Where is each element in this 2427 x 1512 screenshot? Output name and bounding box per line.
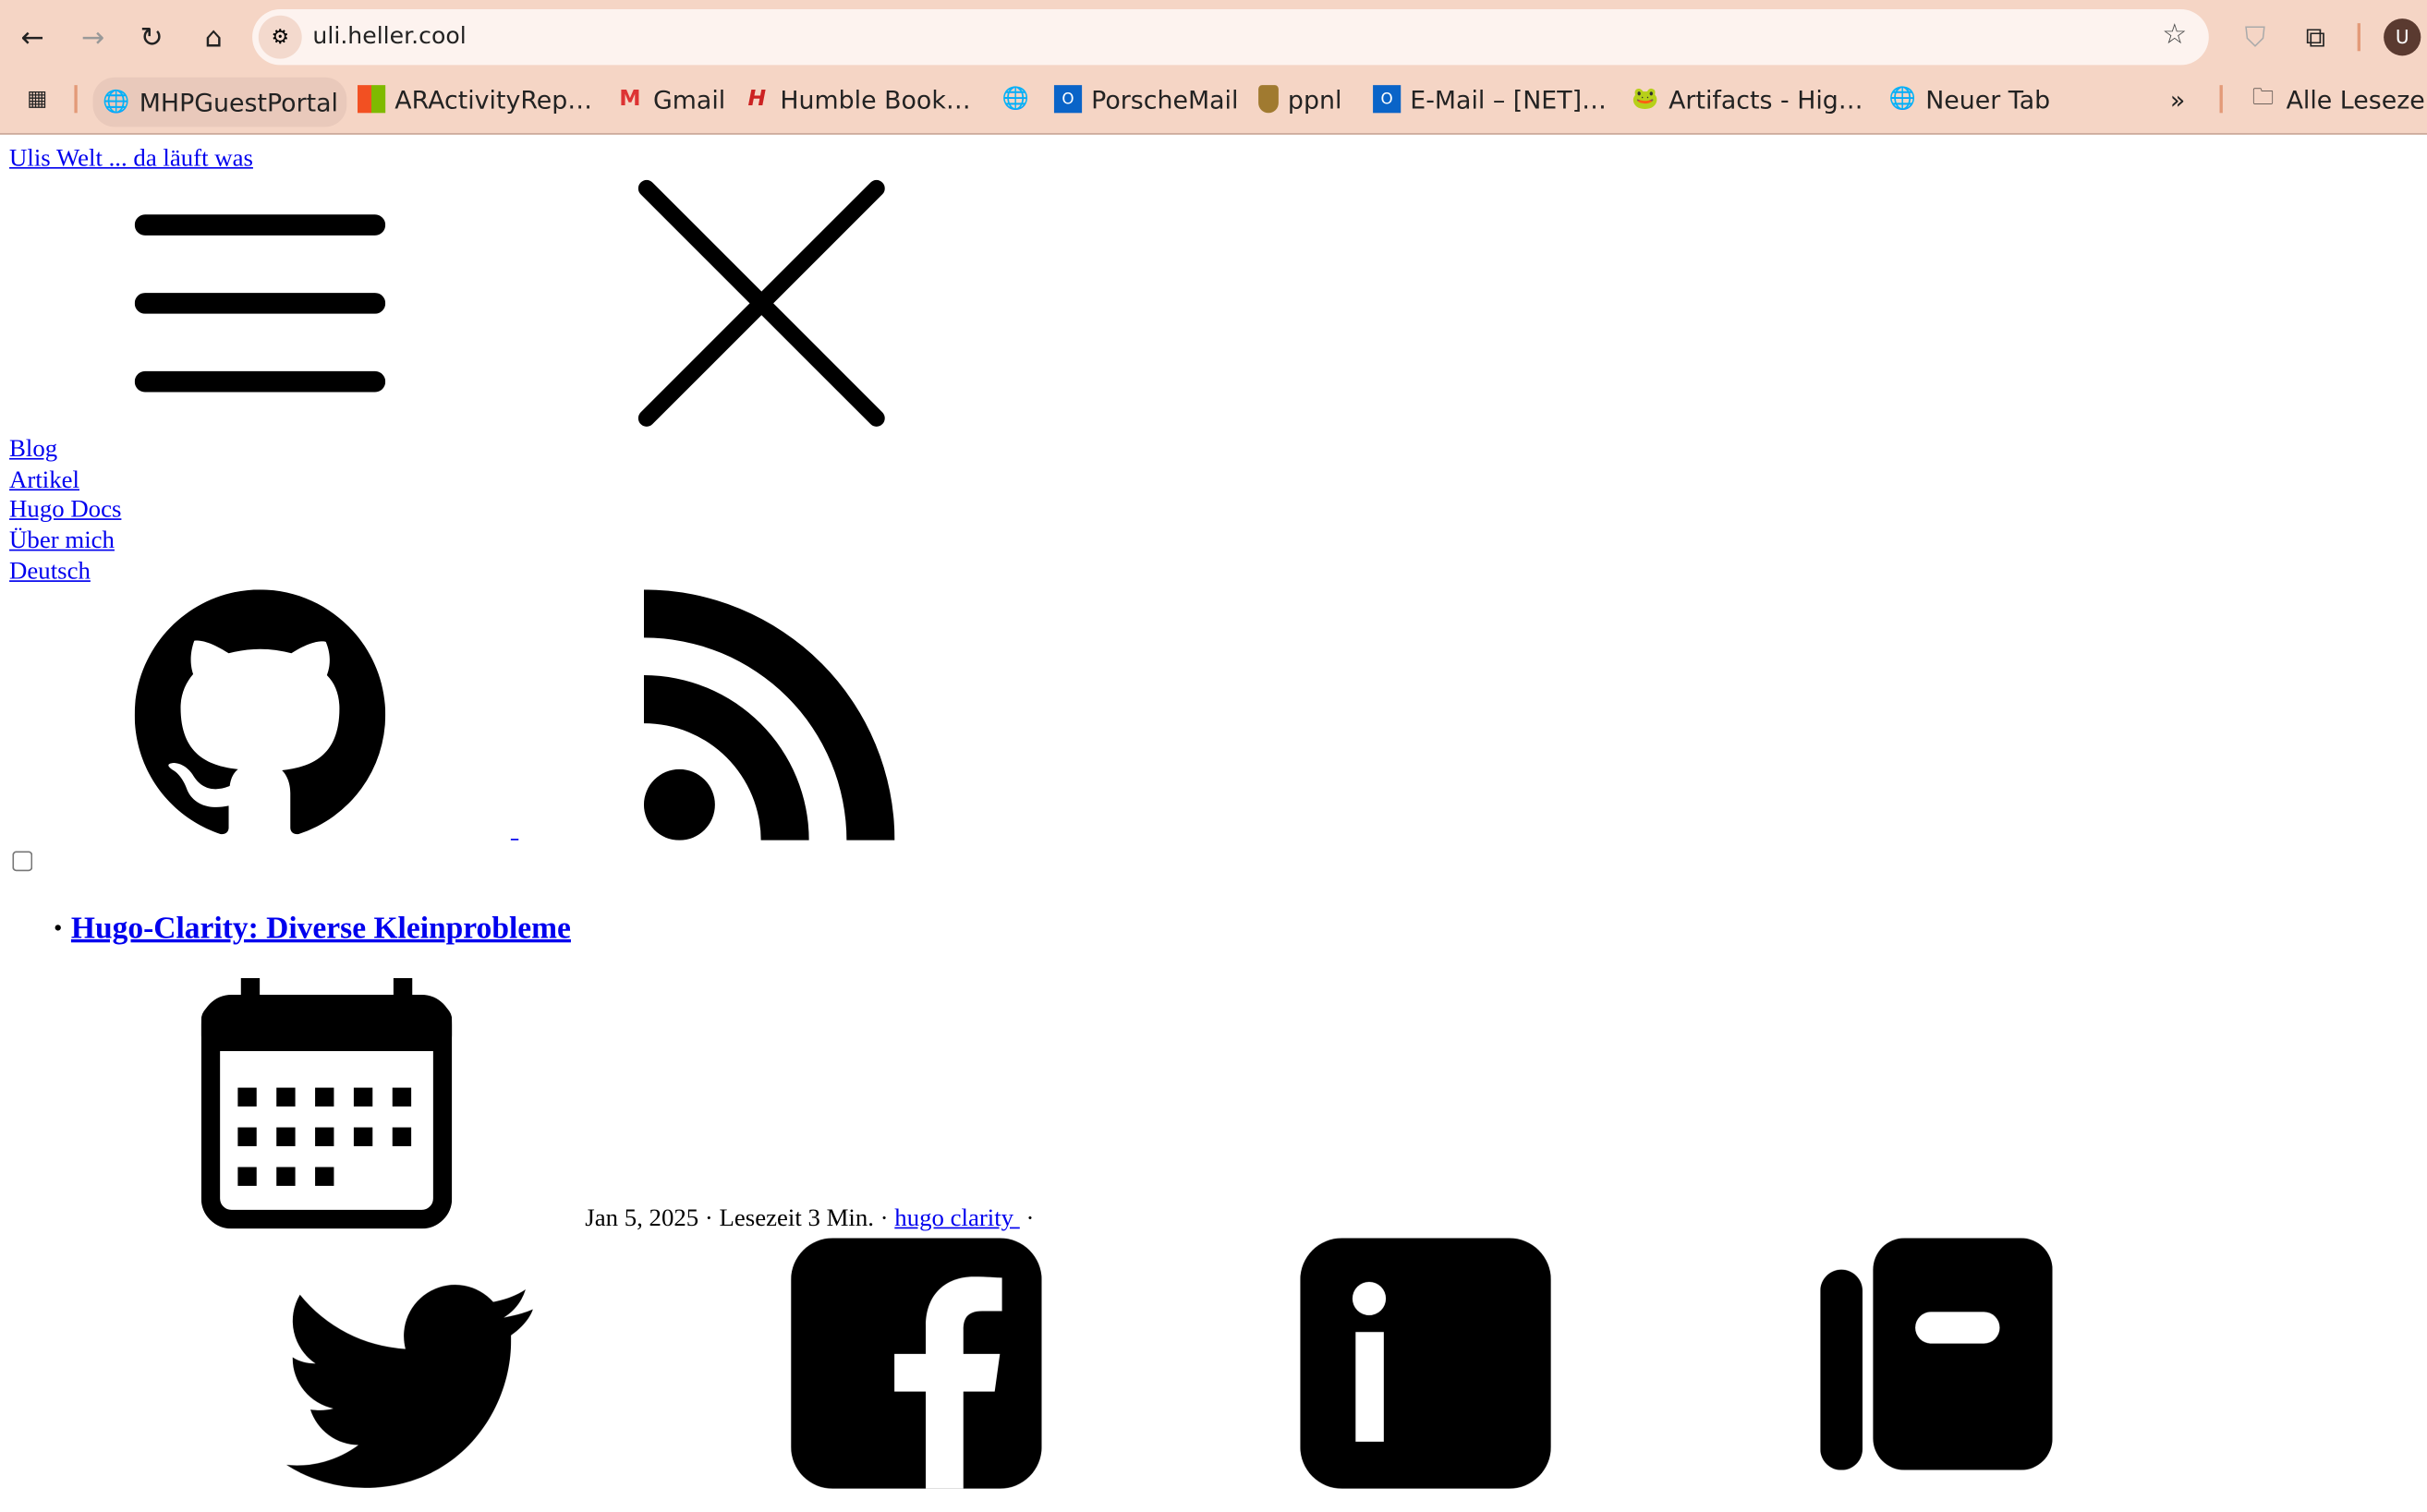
facebook-icon[interactable]: [791, 1238, 1042, 1489]
site-logo-link[interactable]: Ulis Welt ... da läuft was: [9, 145, 253, 173]
bookmark-8[interactable]: 🐸 Artifacts - Hig…: [1632, 80, 1863, 117]
twitter-icon[interactable]: [285, 1261, 537, 1511]
reload-button[interactable]: ↻: [130, 16, 174, 59]
nav-language[interactable]: Deutsch: [9, 557, 121, 587]
linkedin-icon[interactable]: [1300, 1238, 1551, 1489]
close-icon[interactable]: [637, 178, 887, 429]
bookmark-5[interactable]: O PorscheMail: [1053, 80, 1238, 117]
bookmark-0[interactable]: 🌐 MHPGuestPortal: [92, 77, 348, 127]
github-icon[interactable]: [134, 589, 386, 840]
bullet: •: [54, 917, 62, 941]
post-meta: Jan 5, 2025 · Lesezeit 3 Min. · hugo cla…: [585, 1205, 1035, 1232]
all-bookmarks-button[interactable]: 🗀Alle Lesezeichen: [2249, 80, 2427, 117]
nav-ueber-mich[interactable]: Über mich: [9, 526, 121, 557]
humble-icon: H: [747, 86, 767, 112]
globe-icon: 🌐: [1001, 86, 1029, 112]
site-info-icon[interactable]: ⚙: [258, 15, 302, 59]
tag-link[interactable]: hugo clarity: [894, 1205, 1019, 1231]
calendar-icon: [200, 977, 453, 1229]
bookmark-9[interactable]: 🌐 Neuer Tab: [1888, 80, 2050, 117]
globe-icon: 🌐: [1888, 86, 1916, 112]
bookmark-2[interactable]: M Gmail: [616, 80, 725, 117]
main-nav: Blog Artikel Hugo Docs Über mich Deutsch: [9, 435, 121, 587]
microsoft-icon: [358, 85, 386, 114]
menu-hamburger-icon[interactable]: [134, 178, 386, 429]
theme-toggle-checkbox[interactable]: [12, 851, 33, 872]
bookmarks-overflow-button[interactable]: »: [2170, 80, 2185, 117]
address-bar[interactable]: ⚙ uli.heller.cool ☆: [252, 9, 2209, 66]
nav-hugo-docs[interactable]: Hugo Docs: [9, 496, 121, 526]
post-title-link[interactable]: Hugo-Clarity: Diverse Kleinprobleme: [71, 912, 571, 946]
link-underline: [510, 839, 519, 841]
folder-icon: 🗀: [2251, 85, 2275, 110]
copy-link-icon[interactable]: [1820, 1238, 2053, 1470]
bookmark-1[interactable]: ARActivityRep…: [358, 80, 592, 117]
forward-button[interactable]: →: [71, 16, 115, 59]
outlook-icon: O: [1373, 85, 1402, 114]
bookmark-3[interactable]: H Humble Book…: [743, 80, 970, 117]
nav-artikel[interactable]: Artikel: [9, 466, 121, 496]
nav-blog[interactable]: Blog: [9, 435, 121, 466]
porsche-icon: [1258, 85, 1279, 114]
bookmark-4[interactable]: 🌐: [1001, 80, 1029, 117]
back-button[interactable]: ←: [11, 16, 55, 59]
bookmark-star-icon[interactable]: ☆: [2162, 18, 2187, 51]
jfrog-icon: 🐸: [1632, 86, 1659, 112]
profile-avatar[interactable]: U: [2384, 18, 2421, 56]
extensions-puzzle-icon[interactable]: ⧉: [2294, 16, 2337, 59]
gmail-icon: M: [619, 86, 641, 112]
rss-icon[interactable]: [643, 589, 895, 841]
extension-icon[interactable]: ⛉: [2234, 16, 2277, 59]
post-list-item: • Hugo-Clarity: Diverse Kleinprobleme: [55, 912, 571, 948]
url-text[interactable]: uli.heller.cool: [312, 21, 466, 49]
apps-icon[interactable]: ▦: [23, 80, 51, 117]
bookmark-6[interactable]: ppnl: [1258, 80, 1341, 117]
home-button[interactable]: ⌂: [192, 16, 236, 59]
outlook-icon: O: [1053, 85, 1083, 114]
globe-icon: 🌐: [103, 90, 130, 115]
bookmark-7[interactable]: O E-Mail – [NET]…: [1373, 80, 1607, 117]
browser-chrome: ← → ↻ ⌂ ⚙ uli.heller.cool ☆ ⛉ ⧉ U ▦ 🌐 MHP…: [0, 0, 2427, 135]
